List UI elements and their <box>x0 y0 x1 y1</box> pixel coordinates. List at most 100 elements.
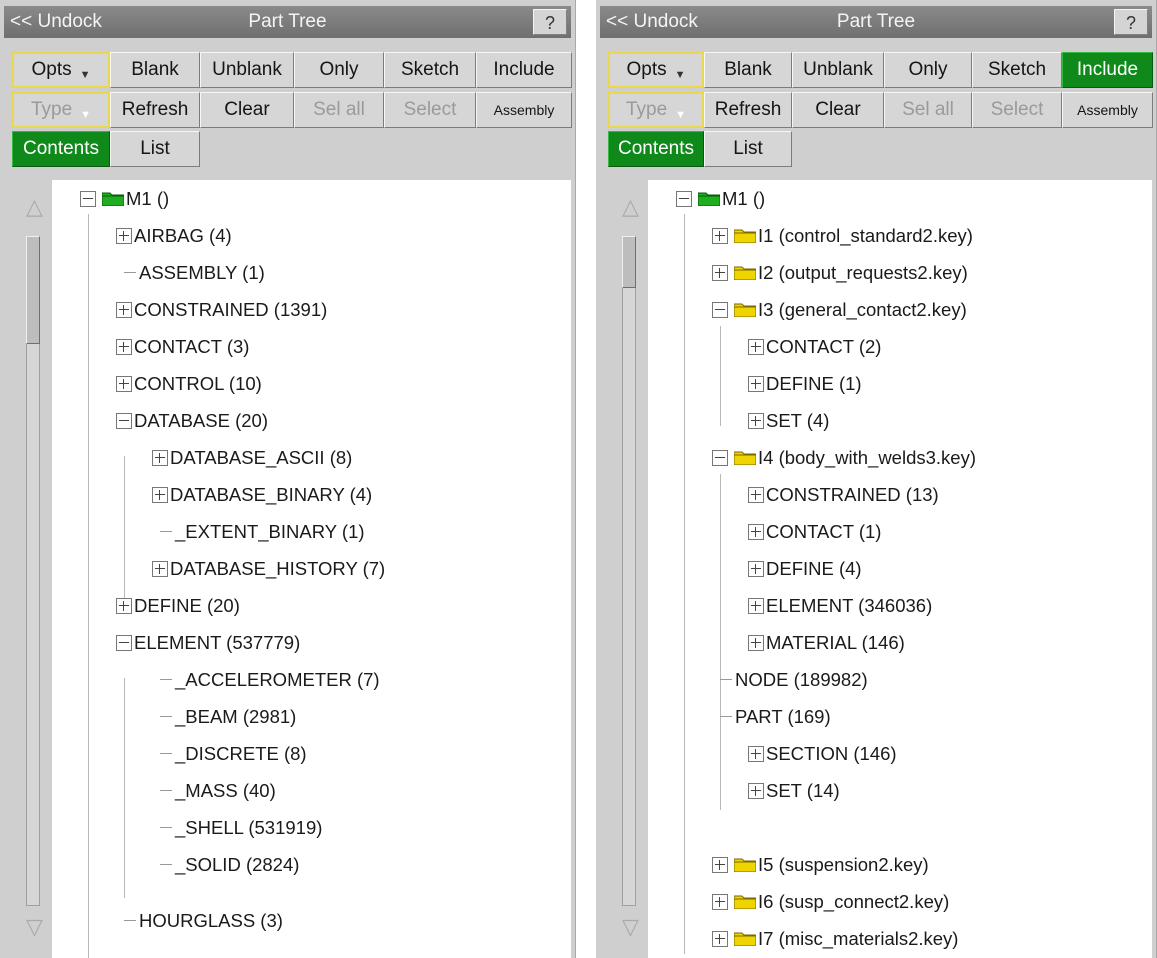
clear-button[interactable]: Clear <box>792 92 884 128</box>
refresh-button[interactable]: Refresh <box>704 92 792 128</box>
expand-icon[interactable] <box>748 597 764 614</box>
tree-node-include[interactable]: I2 (output_requests2.key) <box>712 254 968 291</box>
sel-all-button[interactable]: Sel all <box>884 92 972 128</box>
tree-node[interactable]: CONTACT (3) <box>116 328 249 365</box>
collapse-icon[interactable] <box>676 190 692 207</box>
include-button[interactable]: Include <box>1062 52 1153 88</box>
select-button[interactable]: Select <box>384 92 476 128</box>
collapse-icon[interactable] <box>116 412 132 429</box>
scroll-up-arrow-icon[interactable]: △ <box>622 194 639 220</box>
tree-node[interactable]: _EXTENT_BINARY (1) <box>160 513 365 550</box>
help-button[interactable]: ? <box>533 9 567 35</box>
tree-node[interactable]: ASSEMBLY (1) <box>124 254 265 291</box>
contents-tab[interactable]: Contents <box>12 131 110 167</box>
refresh-button[interactable]: Refresh <box>110 92 200 128</box>
expand-icon[interactable] <box>748 634 764 651</box>
tree-node[interactable]: SET (4) <box>748 402 829 439</box>
tree-node[interactable]: CONSTRAINED (1391) <box>116 291 327 328</box>
clear-button[interactable]: Clear <box>200 92 294 128</box>
scroll-down-arrow-icon[interactable]: ▽ <box>622 914 639 940</box>
tree-node[interactable]: CONSTRAINED (13) <box>748 476 939 513</box>
unblank-button[interactable]: Unblank <box>792 52 884 88</box>
tree-node[interactable]: AIRBAG (4) <box>116 217 232 254</box>
sel-all-button[interactable]: Sel all <box>294 92 384 128</box>
tree-node-include[interactable]: I3 (general_contact2.key) <box>712 291 967 328</box>
expand-icon[interactable] <box>748 745 764 762</box>
expand-icon[interactable] <box>712 893 728 910</box>
tree-node[interactable]: CONTACT (2) <box>748 328 881 365</box>
expand-icon[interactable] <box>116 375 132 392</box>
tree-node-include[interactable]: I6 (susp_connect2.key) <box>712 883 949 920</box>
expand-icon[interactable] <box>748 782 764 799</box>
expand-icon[interactable] <box>116 301 132 318</box>
scroll-track[interactable] <box>622 236 636 906</box>
tree-node[interactable]: PART (169) <box>720 698 831 735</box>
expand-icon[interactable] <box>152 560 168 577</box>
expand-icon[interactable] <box>152 486 168 503</box>
tree-node-include[interactable]: I1 (control_standard2.key) <box>712 217 973 254</box>
expand-icon[interactable] <box>748 523 764 540</box>
assembly-button[interactable]: Assembly <box>476 92 572 128</box>
include-button[interactable]: Include <box>476 52 572 88</box>
tree-node[interactable]: ELEMENT (537779) <box>116 624 300 661</box>
list-tab[interactable]: List <box>704 131 792 167</box>
vertical-scrollbar[interactable]: △ ▽ <box>610 180 648 958</box>
tree-node[interactable]: CONTROL (10) <box>116 365 262 402</box>
select-button[interactable]: Select <box>972 92 1062 128</box>
tree-node[interactable]: CONTACT (1) <box>748 513 881 550</box>
expand-icon[interactable] <box>748 560 764 577</box>
help-button[interactable]: ? <box>1114 9 1148 35</box>
sketch-button[interactable]: Sketch <box>384 52 476 88</box>
tree-node-include[interactable]: I4 (body_with_welds3.key) <box>712 439 976 476</box>
expand-icon[interactable] <box>712 930 728 947</box>
tree-node[interactable]: DATABASE_BINARY (4) <box>152 476 372 513</box>
expand-icon[interactable] <box>712 227 728 244</box>
only-button[interactable]: Only <box>294 52 384 88</box>
collapse-icon[interactable] <box>712 449 728 466</box>
vertical-scrollbar[interactable]: △ ▽ <box>14 180 52 958</box>
scroll-up-arrow-icon[interactable]: △ <box>26 194 43 220</box>
blank-button[interactable]: Blank <box>704 52 792 88</box>
sketch-button[interactable]: Sketch <box>972 52 1062 88</box>
expand-icon[interactable] <box>712 264 728 281</box>
list-tab[interactable]: List <box>110 131 200 167</box>
expand-icon[interactable] <box>152 449 168 466</box>
tree-node[interactable]: DEFINE (1) <box>748 365 862 402</box>
tree-node[interactable]: _BEAM (2981) <box>160 698 296 735</box>
tree-node-model[interactable]: M1 () <box>80 180 169 217</box>
tree-node[interactable]: DEFINE (4) <box>748 550 862 587</box>
tree-node[interactable]: NODE (189982) <box>720 661 868 698</box>
expand-icon[interactable] <box>748 412 764 429</box>
tree-node-include[interactable]: I7 (misc_materials2.key) <box>712 920 958 957</box>
expand-icon[interactable] <box>116 597 132 614</box>
expand-icon[interactable] <box>116 227 132 244</box>
expand-icon[interactable] <box>712 856 728 873</box>
expand-icon[interactable] <box>748 338 764 355</box>
expand-icon[interactable] <box>748 375 764 392</box>
type-button[interactable]: Type ▼ <box>12 92 110 128</box>
assembly-button[interactable]: Assembly <box>1062 92 1153 128</box>
opts-button[interactable]: Opts ▼ <box>608 52 704 88</box>
tree-node[interactable]: DATABASE (20) <box>116 402 268 439</box>
contents-tab[interactable]: Contents <box>608 131 704 167</box>
tree-node[interactable]: _SHELL (531919) <box>160 809 322 846</box>
opts-button[interactable]: Opts ▼ <box>12 52 110 88</box>
expand-icon[interactable] <box>116 338 132 355</box>
tree-node-include[interactable]: I5 (suspension2.key) <box>712 846 929 883</box>
collapse-icon[interactable] <box>712 301 728 318</box>
tree-node[interactable]: SET (14) <box>748 772 840 809</box>
tree-node[interactable]: ELEMENT (346036) <box>748 587 932 624</box>
scroll-down-arrow-icon[interactable]: ▽ <box>26 914 43 940</box>
unblank-button[interactable]: Unblank <box>200 52 294 88</box>
only-button[interactable]: Only <box>884 52 972 88</box>
expand-icon[interactable] <box>748 486 764 503</box>
tree-node[interactable]: _MASS (40) <box>160 772 276 809</box>
scroll-thumb[interactable] <box>622 236 636 288</box>
type-button[interactable]: Type ▼ <box>608 92 704 128</box>
collapse-icon[interactable] <box>80 190 96 207</box>
tree-node[interactable]: _SOLID (2824) <box>160 846 299 883</box>
tree-node[interactable]: SECTION (146) <box>748 735 897 772</box>
blank-button[interactable]: Blank <box>110 52 200 88</box>
tree-node[interactable]: MATERIAL (146) <box>748 624 905 661</box>
tree-node[interactable]: _ACCELEROMETER (7) <box>160 661 380 698</box>
